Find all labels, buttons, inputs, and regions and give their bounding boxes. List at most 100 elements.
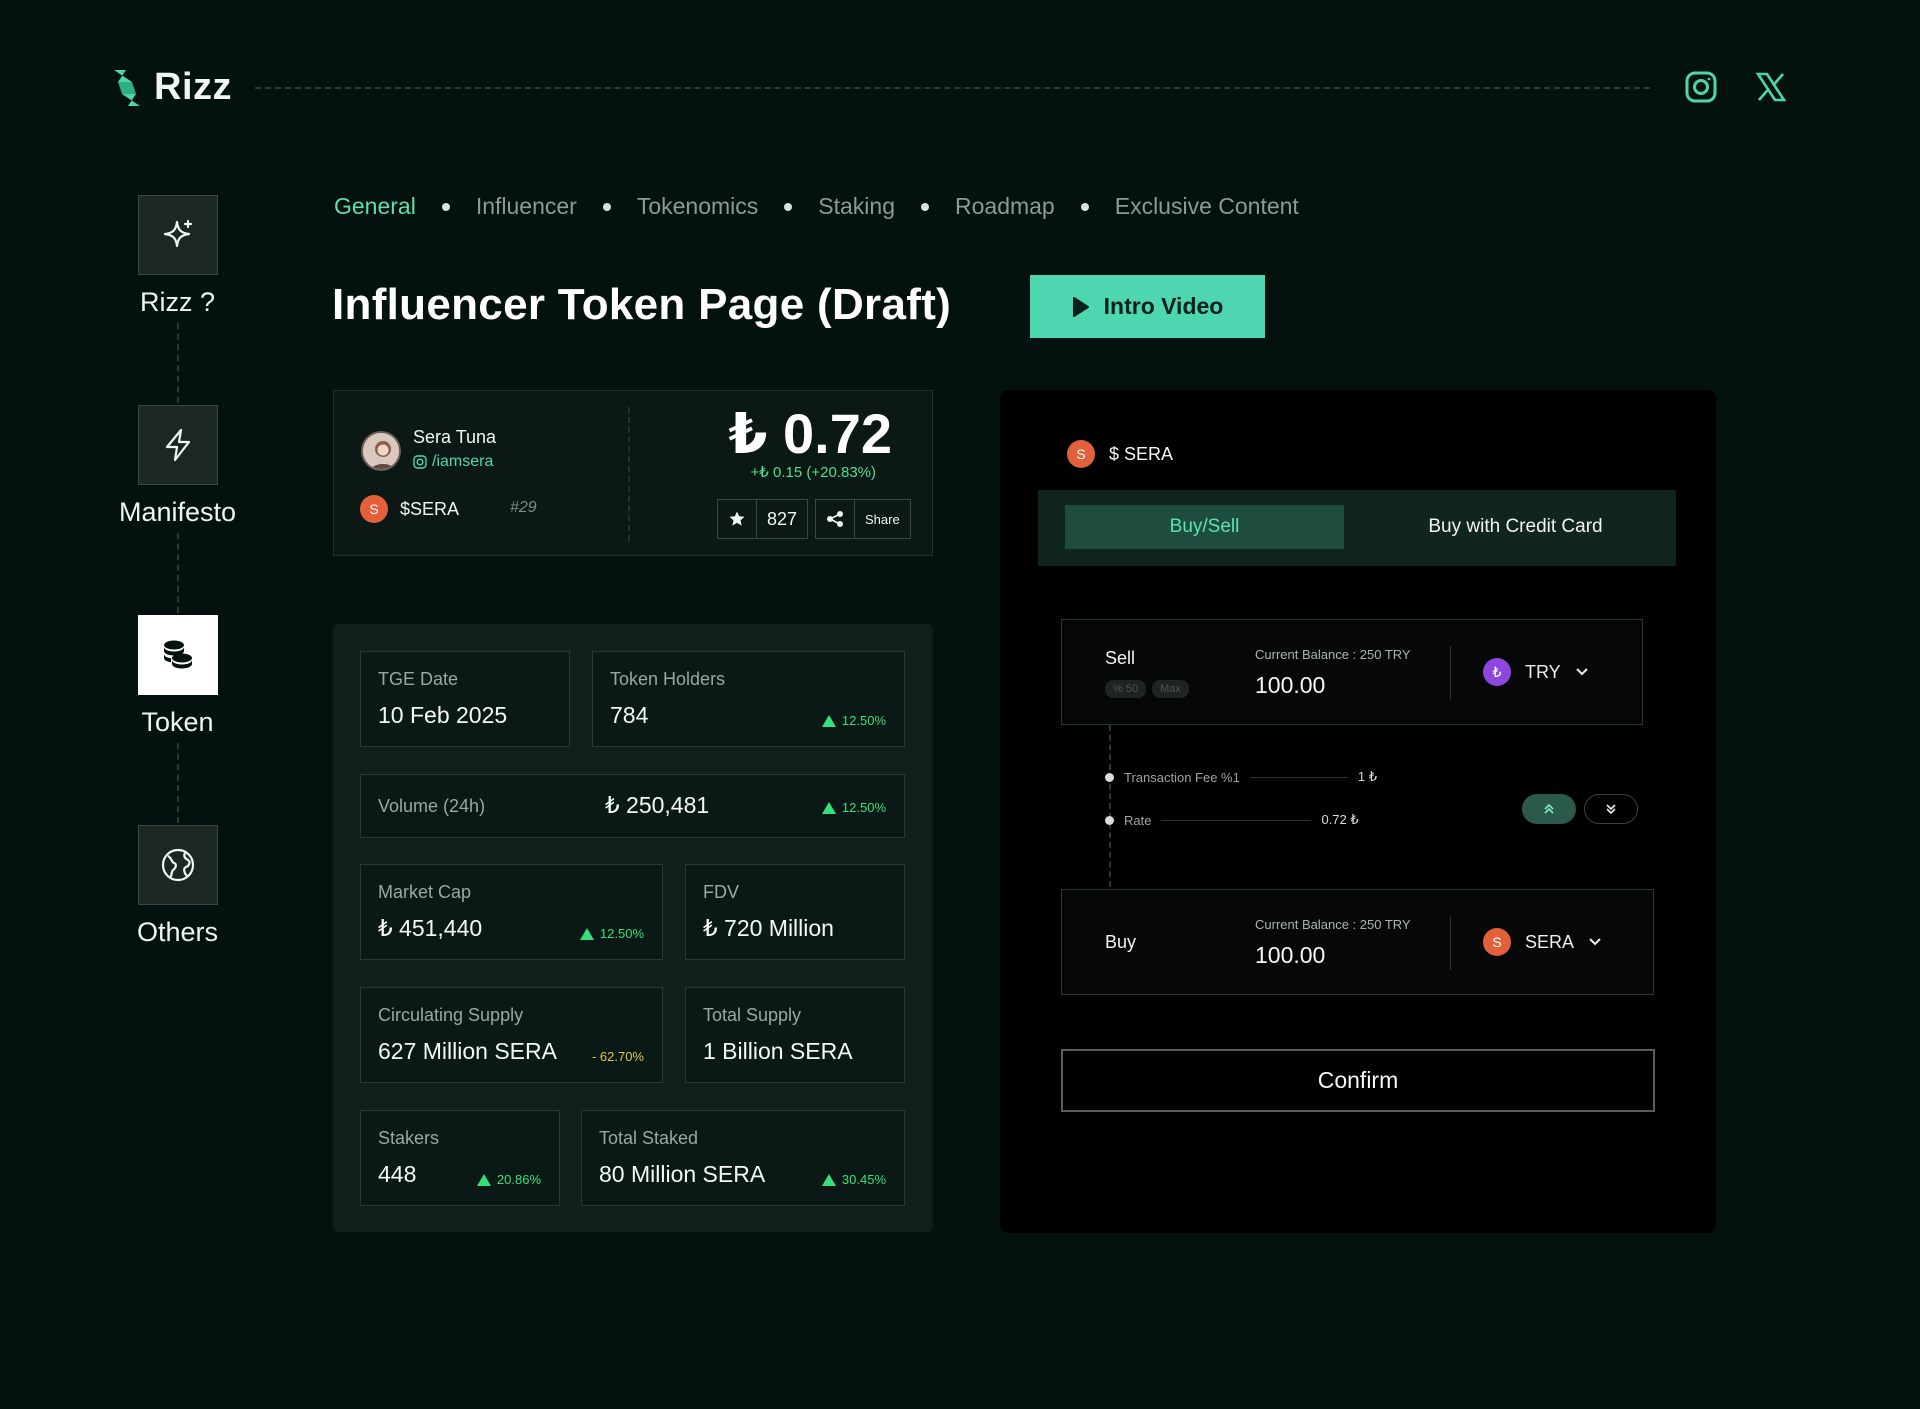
- tab-separator: [1080, 202, 1089, 211]
- rate-value: 0.72 ₺: [1321, 812, 1359, 827]
- star-icon: [729, 511, 745, 526]
- stat-label: Total Supply: [703, 1005, 802, 1025]
- buy-currency-select[interactable]: S SERA: [1483, 928, 1602, 956]
- sell-currency-select[interactable]: ₺ TRY: [1483, 658, 1589, 686]
- stat-change: 12.50%: [821, 800, 886, 815]
- trade-mode-tabs: Buy/Sell Buy with Credit Card: [1038, 490, 1676, 566]
- chip-50-percent[interactable]: % 50: [1105, 680, 1147, 698]
- logo[interactable]: Rizz: [110, 66, 232, 109]
- stat-label: Circulating Supply: [378, 1005, 524, 1025]
- stat-total-supply: Total Supply 1 Billion SERA: [685, 987, 905, 1083]
- buy-box: Buy Current Balance : 250 TRY 100.00 S S…: [1061, 889, 1654, 995]
- instagram-icon: [413, 455, 427, 469]
- stat-tge-date: TGE Date 10 Feb 2025: [360, 651, 570, 747]
- confirm-button[interactable]: Confirm: [1061, 1049, 1655, 1112]
- nav-label: Token: [141, 707, 214, 737]
- trade-panel: S $ SERA Buy/Sell Buy with Credit Card S…: [1000, 390, 1716, 1233]
- influencer-profile-card: Sera Tuna /iamsera S $SERA #29 ₺ 0.72 +₺…: [333, 390, 933, 556]
- transaction-fee-row: Transaction Fee %1 1 ₺: [1105, 769, 1377, 785]
- stat-label: Total Staked: [599, 1128, 699, 1148]
- nav-item-rizz[interactable]: Rizz ?: [95, 195, 260, 318]
- stat-value: ₺ 250,481: [605, 792, 710, 818]
- buy-balance-label: Current Balance : 250 TRY: [1255, 917, 1411, 932]
- x-icon[interactable]: [1750, 66, 1792, 108]
- header-divider: [255, 87, 1650, 89]
- tab-general[interactable]: General: [334, 193, 416, 220]
- trend-up-icon: [821, 714, 836, 727]
- nav-item-manifesto[interactable]: Manifesto: [95, 405, 260, 528]
- brand-name: Rizz: [154, 66, 232, 108]
- price-change: +₺ 0.15 (+20.83%): [750, 464, 876, 481]
- box-divider: [1450, 646, 1451, 700]
- token-ticker: $SERA: [400, 498, 460, 519]
- stat-volume: Volume (24h) ₺ 250,481 12.50%: [360, 774, 905, 838]
- expand-details-button[interactable]: [1584, 794, 1638, 824]
- rate-label: Rate: [1124, 812, 1152, 828]
- stat-label: Stakers: [378, 1128, 440, 1148]
- fee-connector: [1109, 725, 1111, 887]
- stat-value: 448: [378, 1161, 417, 1187]
- amount-chips: % 50 Max: [1105, 680, 1189, 698]
- box-divider: [1450, 916, 1451, 970]
- favorite-button[interactable]: 827: [717, 499, 809, 539]
- tab-tokenomics[interactable]: Tokenomics: [637, 193, 758, 220]
- buy-amount-input[interactable]: 100.00: [1255, 942, 1325, 969]
- stat-stakers: Stakers 448 20.86%: [360, 1110, 560, 1206]
- chevron-down-icon: [1589, 938, 1601, 946]
- rate-row: Rate 0.72 ₺: [1105, 812, 1359, 828]
- coins-icon: [137, 615, 218, 695]
- stat-value: 784: [610, 702, 649, 728]
- stat-change: - 62.70%: [591, 1049, 644, 1064]
- nav-connector: [177, 743, 179, 823]
- stat-value: 10 Feb 2025: [378, 702, 508, 728]
- nav-item-token[interactable]: Token: [95, 615, 260, 738]
- collapse-details-button[interactable]: [1522, 794, 1576, 824]
- stat-change: 12.50%: [579, 926, 644, 941]
- chip-max[interactable]: Max: [1152, 680, 1189, 698]
- nav-label: Rizz ?: [139, 287, 215, 317]
- tab-staking[interactable]: Staking: [818, 193, 895, 220]
- buy-label: Buy: [1105, 932, 1137, 952]
- token-stats-panel: TGE Date 10 Feb 2025 Token Holders 784 1…: [333, 624, 933, 1232]
- stat-value: 1 Billion SERA: [703, 1038, 853, 1064]
- play-icon: [1072, 296, 1089, 317]
- nav-connector: [177, 323, 179, 403]
- tab-influencer[interactable]: Influencer: [476, 193, 577, 220]
- intro-video-button[interactable]: Intro Video: [1030, 275, 1265, 338]
- stat-label: Volume (24h): [378, 796, 486, 816]
- trend-up-icon: [821, 1173, 836, 1186]
- nav-item-others[interactable]: Others: [95, 825, 260, 948]
- stat-total-staked: Total Staked 80 Million SERA 30.45%: [581, 1110, 905, 1206]
- share-label: Share: [865, 511, 900, 527]
- sell-amount-input[interactable]: 100.00: [1255, 672, 1325, 699]
- favorite-count: 827: [767, 508, 798, 529]
- try-coin-icon: ₺: [1483, 658, 1511, 686]
- fee-label: Transaction Fee %1: [1124, 769, 1240, 785]
- influencer-handle-link[interactable]: /iamsera: [413, 453, 493, 471]
- trend-up-icon: [476, 1173, 491, 1186]
- tab-buy-with-credit-card[interactable]: Buy with Credit Card: [1373, 505, 1658, 549]
- stat-market-cap: Market Cap ₺ 451,440 12.50%: [360, 864, 663, 960]
- sell-balance-label: Current Balance : 250 TRY: [1255, 647, 1411, 662]
- share-button[interactable]: Share: [815, 499, 911, 539]
- token-price: ₺ 0.72: [728, 402, 892, 465]
- card-divider: [628, 407, 630, 541]
- page-title: Influencer Token Page (Draft): [332, 280, 952, 329]
- avatar[interactable]: [361, 431, 401, 471]
- tab-separator: [784, 202, 793, 211]
- stat-label: Token Holders: [610, 669, 726, 689]
- stat-change: 20.86%: [476, 1172, 541, 1187]
- fee-value: 1 ₺: [1357, 769, 1377, 784]
- stat-label: Market Cap: [378, 882, 472, 902]
- sell-currency-label: TRY: [1525, 661, 1561, 682]
- trend-up-icon: [821, 801, 836, 814]
- tab-buy-sell[interactable]: Buy/Sell: [1065, 505, 1344, 549]
- instagram-icon[interactable]: [1680, 66, 1722, 108]
- tab-exclusive-content[interactable]: Exclusive Content: [1115, 193, 1299, 220]
- stat-change: 30.45%: [821, 1172, 886, 1187]
- section-tabs: General Influencer Tokenomics Staking Ro…: [334, 193, 1299, 220]
- sera-coin-icon: S: [1067, 440, 1095, 468]
- handle-text: /iamsera: [432, 453, 494, 470]
- tab-roadmap[interactable]: Roadmap: [955, 193, 1055, 220]
- stat-value: ₺ 451,440: [378, 915, 483, 941]
